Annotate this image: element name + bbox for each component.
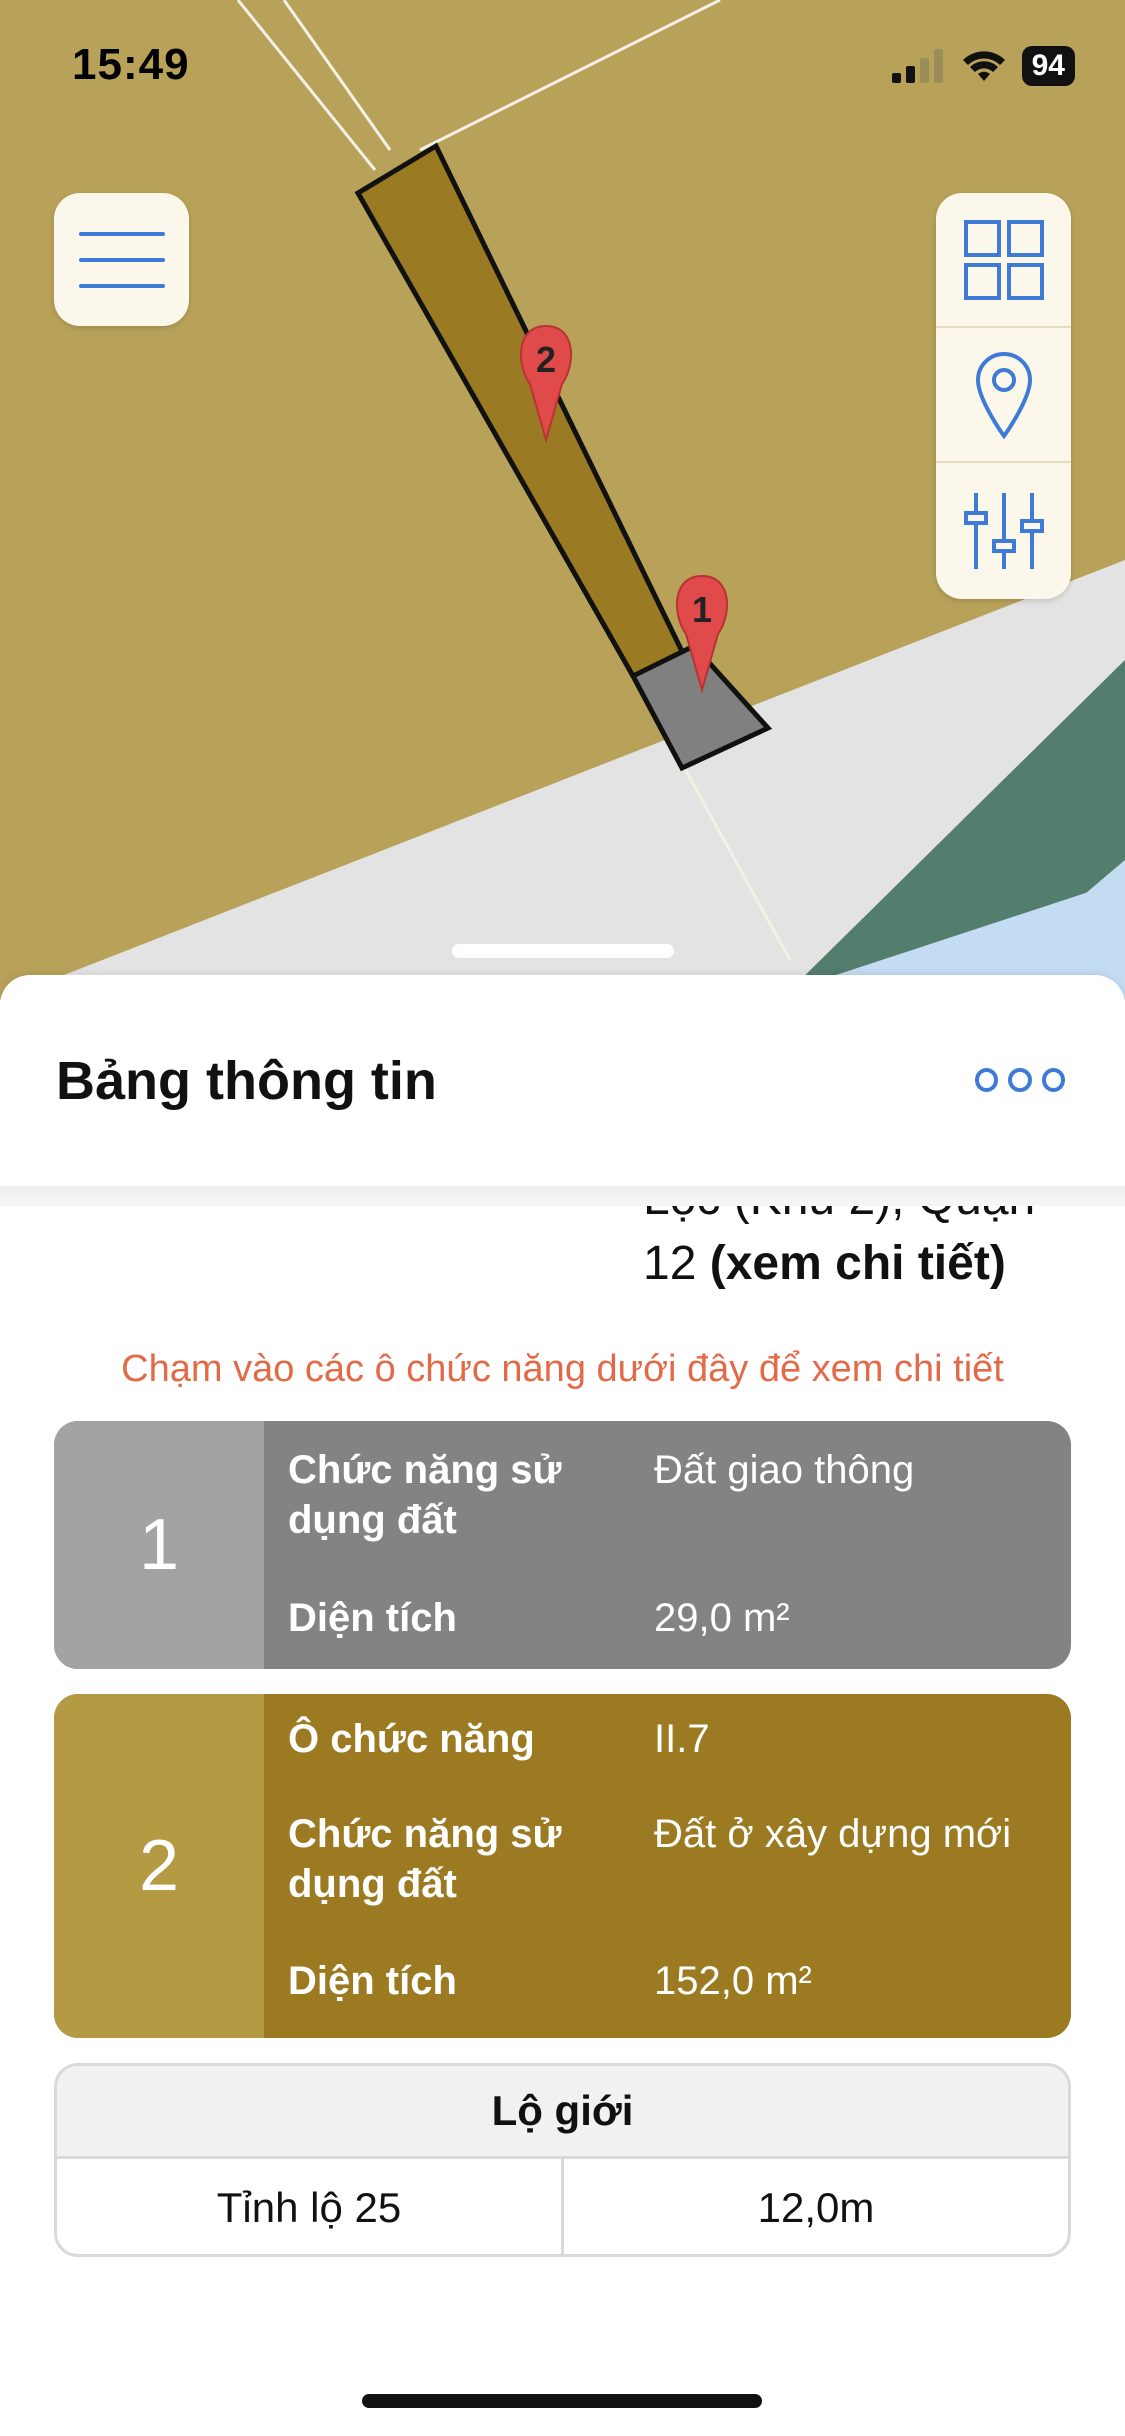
layers-button[interactable] [936, 193, 1071, 328]
status-icons: 94 [891, 46, 1075, 86]
row-value: Đất ở xây dựng mới [654, 1812, 1012, 1856]
home-indicator[interactable] [362, 2394, 762, 2408]
parcel-number: 1 [54, 1421, 264, 1669]
panel-title: Bảng thông tin [56, 1051, 437, 1111]
road-name-cell: Tỉnh lộ 25 [216, 2184, 402, 2231]
address-line-2[interactable]: 12 (xem chi tiết) [643, 1236, 1006, 1291]
sheet-handle[interactable] [452, 944, 674, 958]
road-limit-header: Lộ giới [57, 2066, 1068, 2159]
parcel-rows: Chức năng sử dụng đất Đất giao thông Diệ… [264, 1421, 1071, 1669]
row-label: Ô chức năng [288, 1717, 535, 1761]
road-limit-table: Lộ giới Tỉnh lộ 25 12,0m [54, 2063, 1071, 2257]
marker-1-label: 1 [692, 589, 712, 630]
parcel-card-2[interactable]: 2 Ô chức năng II.7 Chức năng sử dụng đất… [54, 1694, 1071, 2038]
menu-button[interactable] [54, 193, 189, 326]
more-dots-icon [1041, 1068, 1065, 1092]
header-divider [0, 1186, 1125, 1206]
marker-2-label: 2 [536, 339, 556, 380]
address-detail-link[interactable]: (xem chi tiết) [710, 1237, 1006, 1290]
parcel-rows: Ô chức năng II.7 Chức năng sử dụng đất Đ… [264, 1694, 1071, 2038]
status-bar: 15:49 94 [0, 0, 1125, 140]
map-tool-stack [936, 193, 1071, 599]
sliders-icon [963, 492, 1044, 569]
signal-icon [891, 49, 943, 83]
row-value: Đất giao thông [654, 1448, 915, 1492]
row-value: 152,0 m² [654, 1959, 812, 2003]
parcel-number: 2 [54, 1694, 264, 2038]
location-pin-icon [975, 351, 1032, 439]
row-label: Diện tích [288, 1959, 457, 2003]
row-value: 29,0 m² [654, 1596, 790, 1640]
row-label: Chức năng sử dụng đất [288, 1812, 562, 1906]
menu-icon [78, 231, 165, 288]
address-line-1: Lộc (Khu 2), Quận [643, 1205, 1035, 1226]
filters-button[interactable] [936, 463, 1071, 598]
more-button[interactable] [975, 1060, 1065, 1100]
hint-text: Chạm vào các ô chức năng dưới đây để xem… [121, 1348, 1004, 1390]
more-dots-icon [975, 1068, 999, 1092]
wifi-icon [962, 51, 1005, 81]
row-value: II.7 [654, 1717, 710, 1761]
parcel-card-1[interactable]: 1 Chức năng sử dụng đất Đất giao thông D… [54, 1421, 1071, 1669]
address-prefix: 12 [643, 1237, 710, 1290]
road-width-cell: 12,0m [561, 2159, 1068, 2254]
row-label: Diện tích [288, 1596, 457, 1640]
status-time: 15:49 [72, 40, 190, 89]
battery-icon: 94 [1021, 46, 1075, 86]
row-label: Chức năng sử dụng đất [288, 1448, 562, 1542]
more-dots-icon [1008, 1068, 1032, 1092]
location-button[interactable] [936, 328, 1071, 463]
table-row: Tỉnh lộ 25 12,0m [57, 2159, 1068, 2254]
grid-icon [963, 219, 1044, 300]
